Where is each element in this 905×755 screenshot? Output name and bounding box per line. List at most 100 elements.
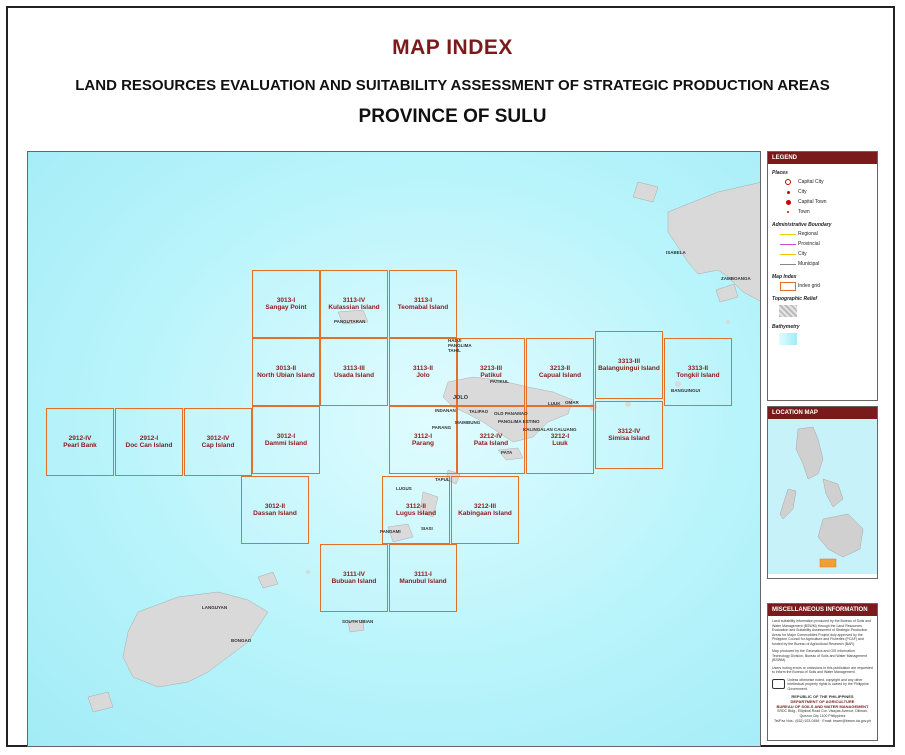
place-label: LANGUYAN [202, 605, 228, 610]
tile-code: 3113-IV [342, 296, 366, 304]
misc-heading: MISCELLANEOUS INFORMATION [768, 604, 877, 616]
tile-code: 3113-I [413, 296, 433, 304]
legend-panel: LEGEND Places Capital City City Capital … [767, 151, 878, 401]
legend-item: Municipal [778, 260, 873, 268]
tile-name: Jolo [416, 372, 430, 379]
index-tile[interactable]: 3111-IV Bubuan Island [320, 544, 388, 612]
legend-label: City [798, 189, 807, 195]
tile-name: Bubuan Island [331, 578, 377, 585]
index-tile[interactable]: 3212-III Kabingaan Island [451, 476, 519, 544]
legend-heading: LEGEND [768, 152, 877, 164]
legend-relief-title: Topographic Relief [772, 296, 818, 302]
legend-label: Municipal [798, 261, 820, 267]
legend-bathy-title: Bathymetry [772, 324, 800, 330]
index-tile[interactable]: 3113-II Jolo [389, 338, 457, 406]
tile-code: 3313-II [687, 364, 709, 372]
tile-name: Simisa Island [608, 435, 650, 442]
place-label: BONGAO [231, 638, 252, 643]
tile-name: Doc Can Island [125, 442, 173, 449]
tile-name: Usada Island [333, 372, 375, 379]
place-label: TALIPAO [469, 409, 489, 414]
legend-item: City [778, 188, 873, 196]
tile-code: 3013-II [275, 364, 297, 372]
tile-name: Kabingaan Island [458, 510, 512, 517]
legend-item: Capital Town [778, 198, 873, 206]
legend-item [778, 332, 873, 346]
tile-name: Tongkil Island [676, 372, 720, 379]
city-icon [786, 190, 790, 194]
legend-item: Index grid [778, 281, 873, 291]
index-tile[interactable]: 3212-IV Pata Island [457, 406, 525, 474]
place-label: LUGUS [396, 486, 412, 491]
place-label: SIASI [421, 526, 433, 531]
index-tile[interactable]: 2912-I Doc Can Island [115, 408, 183, 476]
index-tile[interactable]: 3213-II Capual Island [526, 338, 594, 406]
index-tile[interactable]: 3111-I Manubul Island [389, 544, 457, 612]
tile-name: Kulassian Island [328, 304, 380, 311]
philippines-inset-map [768, 419, 877, 574]
capital-town-icon [785, 199, 791, 205]
legend-item: Provincial [778, 240, 873, 248]
legend-label: Regional [798, 231, 818, 237]
sulu-highlight-icon [819, 558, 837, 568]
tile-code: 3312-IV [617, 427, 641, 435]
misc-paragraph: Map produced by the Geomatics and GIS In… [772, 649, 868, 662]
index-tile[interactable]: 3012-II Dassan Island [241, 476, 309, 544]
misc-paragraph: Land suitability information produced by… [772, 619, 872, 646]
place-label: ZAMBOANGA [721, 276, 751, 281]
legend-item [778, 304, 873, 318]
province-title: PROVINCE OF SULU [358, 106, 547, 127]
legend-item: Town [778, 208, 873, 216]
index-tile[interactable]: 3012-I Dammi Island [252, 406, 320, 474]
index-tile[interactable]: 3313-II Tongkil Island [664, 338, 732, 406]
municipal-boundary-icon [780, 263, 796, 265]
place-label: KALINGALAN CALUANG [523, 427, 577, 432]
creative-commons-icon [772, 679, 785, 690]
index-map[interactable]: 3013-I Sangay Point 3113-IV Kulassian Isla… [27, 151, 761, 747]
tile-code: 3111-I [414, 570, 432, 578]
index-tile[interactable]: 3013-II North Ubian Island [252, 338, 320, 406]
legend-item: Regional [778, 230, 873, 238]
tile-name: North Ubian Island [257, 372, 315, 379]
tile-code: 3212-I [550, 432, 570, 440]
index-tile[interactable]: 3212-I Luuk [526, 406, 594, 474]
place-label: PATA [501, 450, 513, 455]
index-tile[interactable]: 3313-III Balanguingui Island [595, 331, 663, 399]
tile-code: 3013-I [276, 296, 296, 304]
misc-paragraph: Users noting errors or omissions in this… [772, 665, 873, 675]
place-label: ISABELA [666, 250, 686, 255]
tile-name: Parang [411, 440, 435, 447]
bathymetry-swatch-icon [779, 333, 797, 345]
index-tile[interactable]: 3113-III Usada Island [320, 338, 388, 406]
place-label: PARANG [432, 425, 452, 430]
tile-name: Manubul Island [399, 578, 447, 585]
tile-name: Cap Island [201, 442, 235, 449]
tile-code: 3213-II [549, 364, 571, 372]
place-label: INDANAN [435, 408, 456, 413]
legend-label: Capital Town [798, 199, 827, 205]
legend-places-title: Places [772, 170, 788, 176]
tile-name: Lugus Island [395, 510, 437, 517]
page-title: MAP INDEX [392, 36, 513, 59]
capital-city-icon [785, 179, 791, 185]
index-tile[interactable]: 3112-I Parang [389, 406, 457, 474]
misc-info-panel: MISCELLANEOUS INFORMATION Land suitabili… [767, 603, 878, 741]
tile-code: 3212-III [473, 502, 497, 510]
place-label: MAIMBUNG [455, 420, 481, 425]
tile-code: 3012-I [276, 432, 296, 440]
town-icon [787, 211, 789, 213]
legend-label: Index grid [798, 283, 820, 289]
index-tile[interactable]: 2912-IV Pearl Bank [46, 408, 114, 476]
index-tile[interactable]: 3013-I Sangay Point [252, 270, 320, 338]
agency-contact: Tel/Fax Nos.: (632) 923-0456 · Email: bs… [773, 719, 872, 723]
index-tile[interactable]: 3113-IV Kulassian Island [320, 270, 388, 338]
index-tile[interactable]: 3312-IV Simisa Island [595, 401, 663, 469]
tile-code: 3212-IV [479, 432, 503, 440]
index-tile[interactable]: 3012-IV Cap Island [184, 408, 252, 476]
relief-swatch-icon [779, 305, 797, 317]
index-tile[interactable]: 3113-I Teomabal Island [389, 270, 457, 338]
tile-code: 3012-IV [206, 434, 230, 442]
legend-item: City [778, 250, 873, 258]
index-grid-icon [780, 281, 796, 291]
place-label: BANGUINGUI [671, 388, 700, 393]
